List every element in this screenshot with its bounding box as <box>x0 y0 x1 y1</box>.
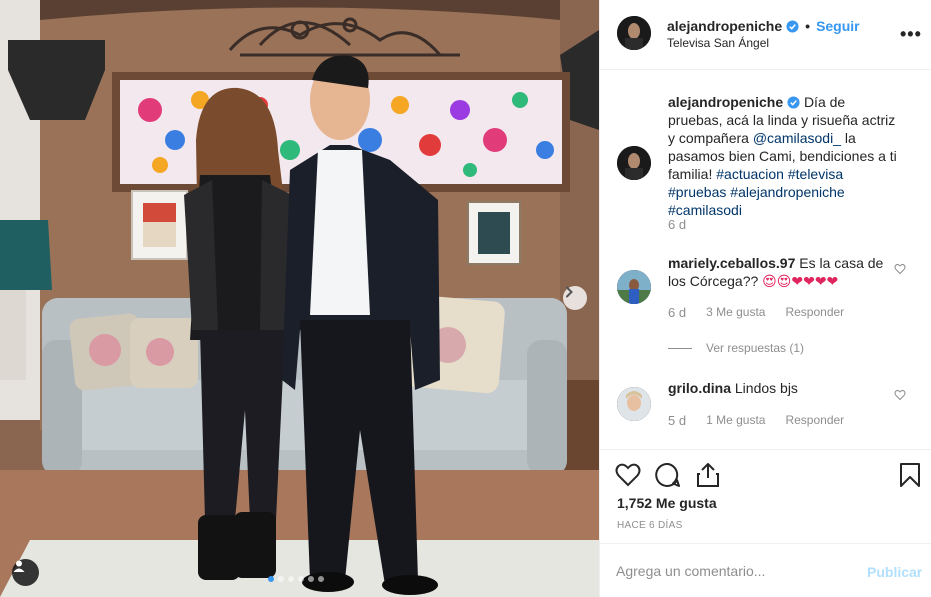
chevron-right-icon <box>566 286 573 298</box>
tagged-users-button[interactable] <box>12 559 39 586</box>
caption-mention[interactable]: @camilasodi_ <box>753 130 841 146</box>
hashtag-link[interactable]: #pruebas <box>668 184 726 200</box>
comment-input[interactable] <box>616 561 846 581</box>
comment-body: mariely.ceballos.97 Es la casa de los Có… <box>668 254 888 290</box>
reply-button[interactable]: Responder <box>785 305 844 320</box>
carousel-dot <box>308 576 314 582</box>
verified-icon <box>787 96 800 109</box>
post-header: alejandropeniche • Seguir Televisa San Á… <box>600 0 931 70</box>
next-photo-button[interactable] <box>563 286 587 310</box>
caption-timestamp[interactable]: 6 d <box>668 217 686 232</box>
comment-meta: 6 d 3 Me gusta Responder <box>668 305 864 320</box>
follow-button[interactable]: Seguir <box>816 18 860 34</box>
comment-likes[interactable]: 3 Me gusta <box>706 305 765 320</box>
hashtag-link[interactable]: #alejandropeniche <box>730 184 844 200</box>
location-link[interactable]: Televisa San Ángel <box>667 36 769 50</box>
comment-meta: 5 d 1 Me gusta Responder <box>668 413 864 428</box>
post-photo[interactable] <box>0 0 599 597</box>
heart-outline-icon[interactable] <box>894 389 906 401</box>
comment-icon[interactable] <box>655 462 681 488</box>
comment-timestamp[interactable]: 6 d <box>668 305 686 320</box>
post-date[interactable]: HACE 6 DÍAS <box>617 520 683 531</box>
comments-list[interactable]: alejandropeniche Día de pruebas, acá la … <box>600 71 931 449</box>
carousel-indicator <box>268 576 324 582</box>
carousel-dot <box>278 576 284 582</box>
heart-outline-icon[interactable] <box>615 462 641 488</box>
comment-body: grilo.dina Lindos bjs <box>668 379 888 397</box>
post-actions: 1,752 Me gusta HACE 6 DÍAS <box>600 449 931 543</box>
more-options-button[interactable]: ••• <box>900 24 922 45</box>
comment-username[interactable]: mariely.ceballos.97 <box>668 255 795 271</box>
avatar[interactable] <box>617 16 651 50</box>
comment-text: Lindos bjs <box>734 380 798 396</box>
hashtag-link[interactable]: #camilasodi <box>668 202 742 218</box>
caption-username[interactable]: alejandropeniche <box>668 94 783 110</box>
carousel-dot <box>298 576 304 582</box>
hashtag-link[interactable]: #televisa <box>788 166 843 182</box>
publish-button[interactable]: Publicar <box>867 564 922 580</box>
comment-emoji: 😍😍❤❤❤❤ <box>762 273 839 289</box>
carousel-dot <box>268 576 274 582</box>
header-username[interactable]: alejandropeniche <box>667 18 782 34</box>
header-separator: • <box>805 18 811 34</box>
heart-outline-icon[interactable] <box>894 263 906 275</box>
view-replies-button[interactable]: Ver respuestas (1) <box>668 341 804 355</box>
comment-timestamp[interactable]: 5 d <box>668 413 686 428</box>
avatar[interactable] <box>617 387 651 421</box>
carousel-dot <box>318 576 324 582</box>
hashtag-link[interactable]: #actuacion <box>716 166 784 182</box>
likes-count[interactable]: 1,752 Me gusta <box>617 495 717 511</box>
view-replies-label: Ver respuestas (1) <box>706 341 805 355</box>
carousel-dot <box>288 576 294 582</box>
share-icon[interactable] <box>695 462 721 488</box>
photo-image <box>0 0 599 597</box>
header-user-row: alejandropeniche • Seguir <box>667 18 860 34</box>
comment-username[interactable]: grilo.dina <box>668 380 731 396</box>
verified-icon <box>786 19 799 33</box>
reply-button[interactable]: Responder <box>785 413 844 428</box>
bookmark-icon[interactable] <box>897 462 923 488</box>
post-caption: alejandropeniche Día de pruebas, acá la … <box>668 93 903 219</box>
user-icon <box>13 560 25 572</box>
more-horizontal-icon: ••• <box>900 24 922 44</box>
add-comment-section: Publicar <box>600 543 931 597</box>
avatar[interactable] <box>617 146 651 180</box>
comment-likes[interactable]: 1 Me gusta <box>706 413 765 428</box>
avatar[interactable] <box>617 270 651 304</box>
divider <box>668 347 692 349</box>
post-sidebar: alejandropeniche • Seguir Televisa San Á… <box>599 0 931 597</box>
